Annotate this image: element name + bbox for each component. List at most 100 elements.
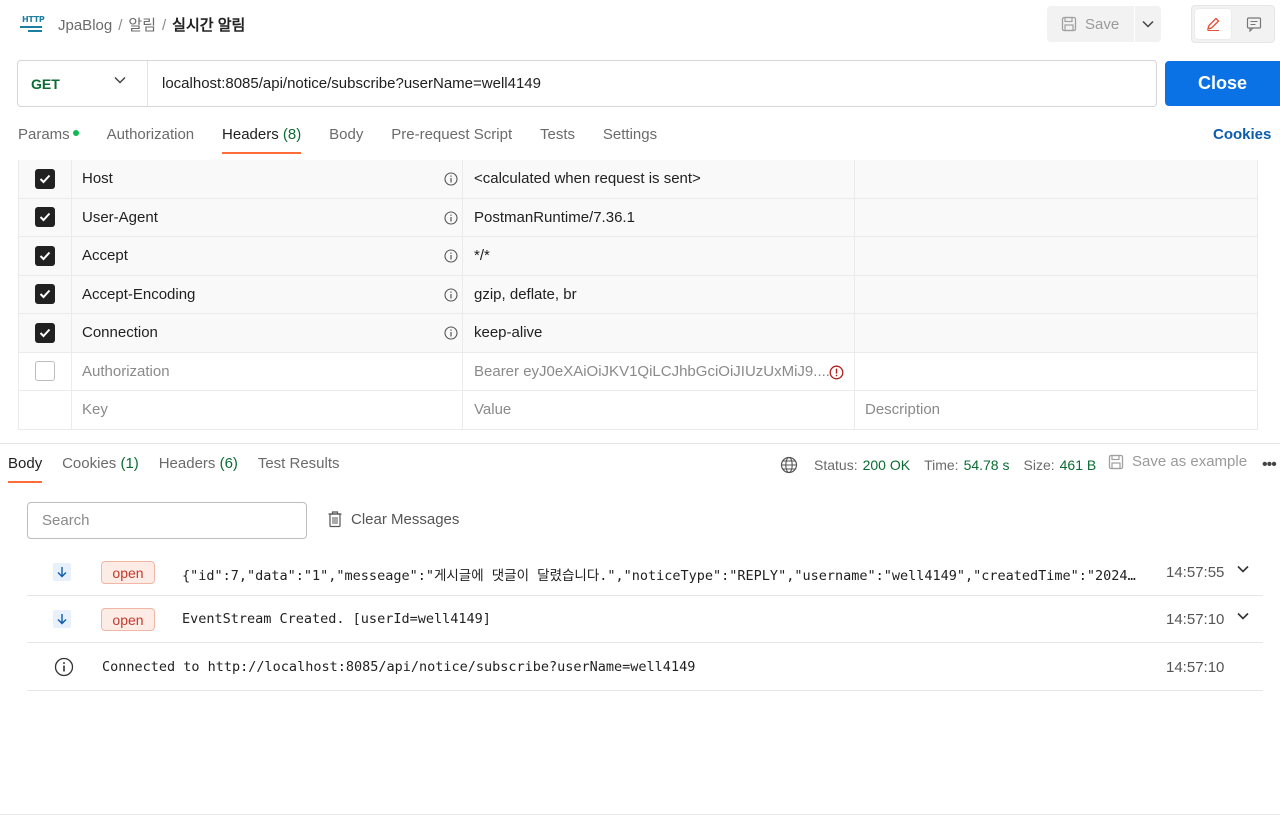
breadcrumb-folder[interactable]: 알림 [128,17,156,34]
clear-messages-button[interactable]: Clear Messages [327,510,459,528]
header-checkbox[interactable] [35,361,55,382]
size-value[interactable]: 461 B [1060,457,1097,473]
cookies-link[interactable]: Cookies [1213,126,1271,143]
tab-response-headers[interactable]: Headers (6) [159,455,238,483]
header-value: gzip, deflate, br [463,275,855,313]
message-row[interactable]: open EventStream Created. [userId=well41… [27,596,1263,643]
info-icon[interactable] [444,287,458,302]
message-time: 14:57:10 [1166,659,1225,676]
top-bar: HTTP JpaBlog / 알림 / 실시간 알림 Save [0,0,1280,48]
comment-icon [1246,17,1262,32]
method-select[interactable]: GET [18,61,148,106]
chevron-down-icon[interactable] [1237,612,1249,620]
header-value: keep-alive [463,314,855,352]
header-key: Connection [82,324,158,342]
breadcrumb-request[interactable]: 실시간 알림 [172,17,245,34]
message-row[interactable]: open {"id":7,"data":"1","messeage":"게시글에… [27,549,1263,596]
edit-mode-button[interactable] [1195,9,1231,39]
chevron-down-icon[interactable] [1237,565,1249,573]
breadcrumb: JpaBlog / 알림 / 실시간 알림 [58,17,246,34]
message-row: Connected to http://localhost:8085/api/n… [27,644,1263,691]
header-checkbox[interactable] [35,207,55,228]
more-options-icon[interactable]: ••• [1262,456,1277,474]
close-button[interactable]: Close [1165,61,1280,106]
request-tabs: Params Authorization Headers (8) Body Pr… [18,126,681,154]
table-row: Accept-Encoding gzip, deflate, br [19,275,1257,314]
save-label: Save [1085,15,1120,33]
save-button-group: Save [1047,6,1161,42]
new-key-input[interactable]: Key [72,391,463,429]
header-checkbox[interactable] [35,245,55,266]
header-value[interactable]: Bearer eyJ0eXAiOiJKV1QiLCJhbGciOiJIUzUxM… [463,352,855,390]
url-bar: GET localhost:8085/api/notice/subscribe?… [17,60,1157,107]
tab-headers[interactable]: Headers (8) [222,126,302,154]
header-key[interactable]: Authorization [82,363,170,380]
tab-settings[interactable]: Settings [603,126,657,154]
new-value-input[interactable]: Value [463,391,855,429]
event-badge: open [101,608,155,631]
header-checkbox[interactable] [35,168,55,189]
save-button[interactable]: Save [1047,6,1135,42]
message-text: {"id":7,"data":"1","messeage":"게시글에 댓글이 … [182,568,1142,584]
header-description [855,160,1257,198]
header-value: PostmanRuntime/7.36.1 [463,198,855,236]
tab-authorization[interactable]: Authorization [107,126,195,154]
info-icon[interactable] [444,210,458,225]
new-description-input[interactable]: Description [855,391,1257,429]
table-row: User-Agent PostmanRuntime/7.36.1 [19,198,1257,237]
message-time: 14:57:55 [1166,564,1225,581]
comment-mode-button[interactable] [1236,9,1272,39]
status-value[interactable]: 200 OK [863,457,910,473]
tab-response-body[interactable]: Body [8,455,43,483]
event-badge: open [101,561,155,584]
header-description[interactable] [855,353,1257,391]
response-tabs: Body Cookies (1) Headers (6) Test Result… [8,455,356,483]
info-icon[interactable] [444,249,458,263]
info-icon [54,657,74,677]
arrow-down-icon [53,610,71,628]
header-key: Accept-Encoding [82,285,196,303]
globe-icon[interactable] [780,456,798,474]
save-as-example-button[interactable]: Save as example [1108,453,1247,470]
message-time: 14:57:10 [1166,611,1225,628]
save-dropdown[interactable] [1135,6,1161,42]
header-checkbox[interactable] [35,322,55,343]
search-input[interactable] [27,502,307,539]
params-indicator-dot [72,130,79,137]
message-text: Connected to http://localhost:8085/api/n… [102,659,696,675]
tab-body[interactable]: Body [329,126,363,154]
tab-response-cookies[interactable]: Cookies (1) [62,455,139,483]
table-row: Authorization Bearer eyJ0eXAiOiJKV1QiLCJ… [19,352,1257,391]
response-meta: Status: 200 OK Time: 54.78 s Size: 461 B [780,455,1110,475]
save-icon [1108,454,1124,469]
pane-divider[interactable] [0,443,1280,444]
trash-icon [328,511,342,528]
breadcrumb-collection[interactable]: JpaBlog [58,17,112,34]
http-icon: HTTP [20,13,45,33]
table-row: Accept */* [19,237,1257,276]
save-icon [1061,16,1077,32]
header-description [855,276,1257,314]
tab-prerequest-script[interactable]: Pre-request Script [391,126,512,154]
header-description [855,314,1257,352]
headers-table: Host <calculated when request is sent> U… [18,160,1258,430]
table-row: Connection keep-alive [19,314,1257,353]
url-input[interactable]: localhost:8085/api/notice/subscribe?user… [162,75,541,92]
message-text: EventStream Created. [userId=well4149] [182,611,491,627]
method-label: GET [31,75,60,92]
info-icon[interactable] [444,326,458,340]
tab-params[interactable]: Params [18,126,79,154]
info-icon[interactable] [444,172,458,186]
table-row-new: Key Value Description [19,391,1257,430]
header-value: */* [463,237,855,275]
header-checkbox[interactable] [35,284,55,305]
chevron-down-icon [1142,20,1154,28]
tab-tests[interactable]: Tests [540,126,575,154]
warning-icon[interactable] [829,365,844,380]
header-key: Host [82,170,113,188]
header-description [855,237,1257,275]
tab-test-results[interactable]: Test Results [258,455,340,483]
header-value: <calculated when request is sent> [463,160,855,198]
table-row: Host <calculated when request is sent> [19,160,1257,199]
time-value[interactable]: 54.78 s [964,457,1010,473]
